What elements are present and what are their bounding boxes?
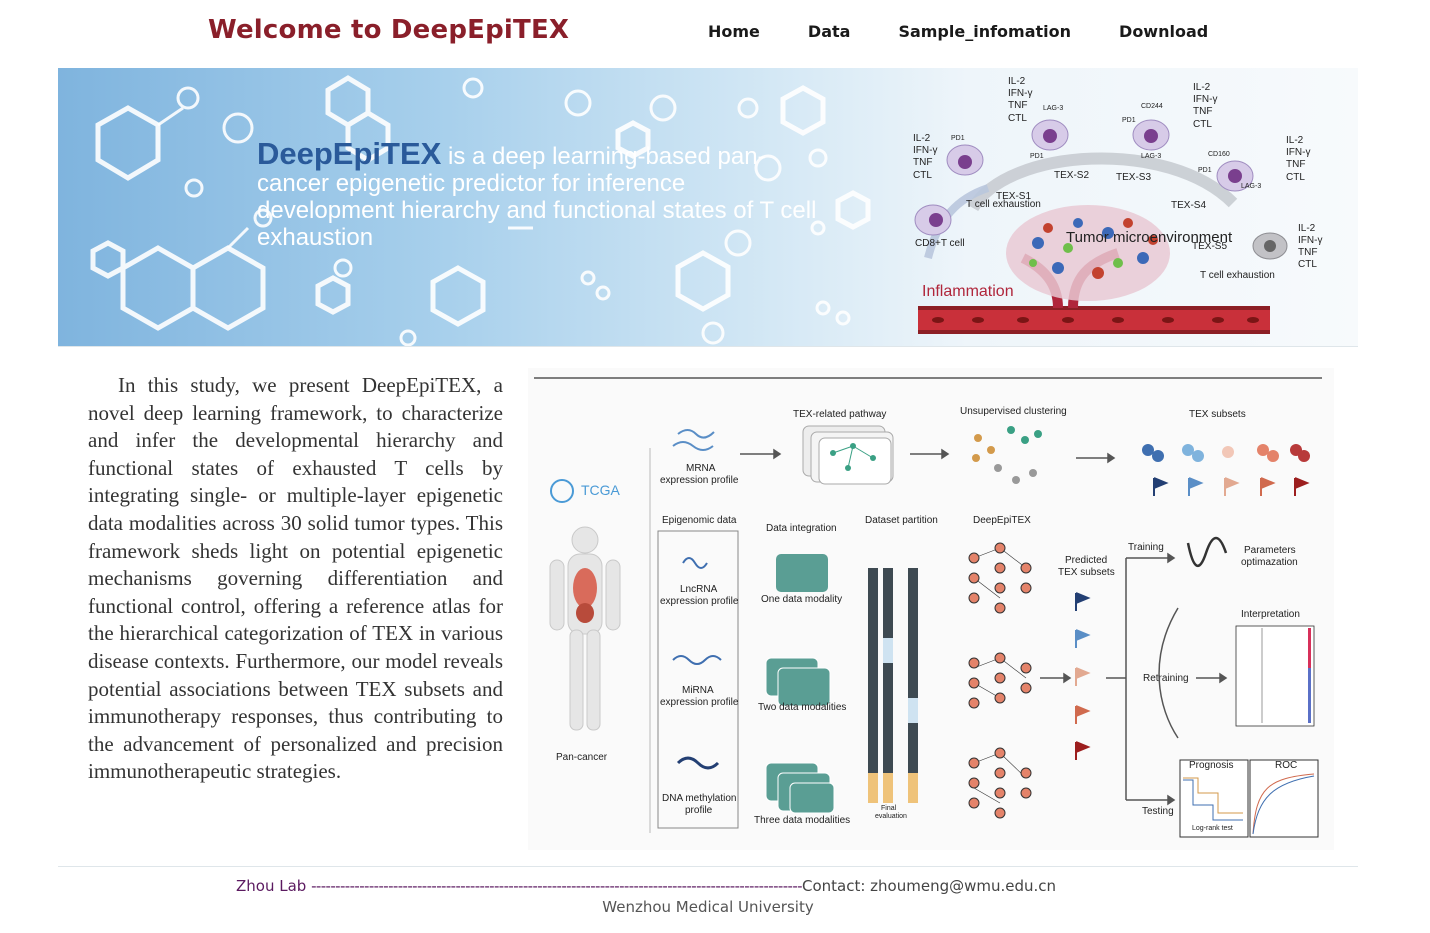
svg-text:TEX subsets: TEX subsets [1058,567,1115,578]
svg-text:TCGA: TCGA [581,482,621,498]
unsupervised-label: Unsupervised clustering [960,406,1067,417]
cytokine-ifng: IFN-γ [1193,94,1217,105]
svg-text:expression profile: expression profile [660,596,739,607]
nav-sample-information[interactable]: Sample_infomation [898,22,1071,41]
tex-subsets-label: TEX subsets [1189,409,1246,420]
site-title: Welcome to DeepEpiTEX [208,15,570,45]
deepepitex-label: DeepEpiTEX [973,515,1031,526]
workflow-diagram: TCGA Pan-cancer MRNA expression profile … [534,377,1322,838]
svg-text:LncRNA: LncRNA [680,584,718,595]
stage-tex-s4: TEX-S4 [1171,200,1206,211]
marker-lag3: LAG-3 [1141,153,1161,160]
cd8-tcell-label: CD8+T cell [915,238,965,249]
one-modality-label: One data modality [761,594,842,605]
svg-text:MiRNA: MiRNA [682,685,714,696]
workflow-figure: TCGA Pan-cancer MRNA expression profile … [528,368,1334,850]
marker-pd1: PD1 [951,135,965,142]
testing-label: Testing [1142,806,1174,817]
intro-paragraph: In this study, we present DeepEpiTEX, a … [88,373,503,784]
footer-lab: Zhou Lab [236,877,307,895]
nav-data[interactable]: Data [808,22,851,41]
human-body-icon [549,526,621,731]
flag-row [1153,477,1310,496]
marker-pd1: PD1 [1030,153,1044,160]
marker-lag3: LAG-3 [1241,183,1261,190]
footer-dashes: ----------------------------------------… [311,877,802,895]
cytokine-ctl: CTL [1286,172,1305,183]
stage-tex-s5: TEX-S5 [1192,241,1227,252]
cytokine-tnf: TNF [1286,159,1305,170]
data-integration-label: Data integration [766,523,837,534]
svg-text:DNA methylation: DNA methylation [662,793,736,804]
cytokine-ctl: CTL [1298,259,1317,270]
marker-cd244: CD244 [1141,103,1163,110]
stage-tex-s2: TEX-S2 [1054,170,1089,181]
cytokine-il2: IL-2 [1286,135,1304,146]
tcga-logo: TCGA [550,479,621,503]
tcell-exhaustion-diagram: Tumor microenvironment Inflammation IL-2… [913,76,1322,334]
cytokine-il2: IL-2 [1008,76,1026,87]
tcell-exhaustion-label-right: T cell exhaustion [1200,270,1275,281]
cytokine-il2: IL-2 [1193,82,1211,93]
svg-text:Parameters: Parameters [1244,545,1296,556]
roc-label: ROC [1275,760,1297,771]
cytokine-ifng: IFN-γ [1298,235,1322,246]
footer-credits: Zhou Lab -------------------------------… [236,877,1056,895]
tcell-exhaustion-label-left: T cell exhaustion [966,199,1041,210]
tcell-s3 [1132,119,1170,151]
mrna-label-1: MRNA [686,463,716,474]
tcell-s5 [1252,232,1288,260]
logrank-label: Log-rank test [1192,825,1233,832]
marker-pd1: PD1 [1198,167,1212,174]
epigenomic-label: Epigenomic data [662,515,737,526]
prognosis-label: Prognosis [1189,760,1233,771]
marker-cd160: CD160 [1208,151,1230,158]
two-modalities-label: Two data modalities [758,702,846,713]
cytokine-il2: IL-2 [1298,223,1316,234]
tcell-s2 [1031,119,1069,151]
dataset-partition-label: Dataset partition [865,515,938,526]
svg-text:profile: profile [685,805,713,816]
training-label: Training [1128,542,1164,553]
svg-text:Predicted: Predicted [1065,555,1107,566]
cytokine-ctl: CTL [1008,113,1027,124]
marker-pd1: PD1 [1122,117,1136,124]
cytokine-il2: IL-2 [913,133,931,144]
footer-divider [58,866,1358,867]
cytokine-tnf: TNF [913,157,932,168]
section-divider [58,346,1358,347]
tcell-cd8 [914,204,952,236]
main-nav: Home Data Sample_infomation Download [708,22,1256,41]
cytokine-ifng: IFN-γ [1008,88,1032,99]
cytokine-tnf: TNF [1298,247,1317,258]
cytokine-ctl: CTL [913,170,932,181]
nav-download[interactable]: Download [1119,22,1208,41]
retraining-label: Retraining [1143,673,1189,684]
three-modalities-label: Three data modalities [754,815,850,826]
cytokine-ifng: IFN-γ [1286,147,1310,158]
marker-lag3: LAG-3 [1043,105,1063,112]
svg-text:Final: Final [881,805,897,812]
svg-text:optimazation: optimazation [1241,557,1298,568]
organs-icon [573,568,597,623]
cytokine-ifng: IFN-γ [913,145,937,156]
nav-home[interactable]: Home [708,22,760,41]
hero-banner: DeepEpiTEX is a deep learning-based pan-… [58,68,1358,346]
mrna-label-2: expression profile [660,475,739,486]
tcell-s1 [946,144,984,176]
svg-text:expression profile: expression profile [660,697,739,708]
footer-contact: Contact: zhoumeng@wmu.edu.cn [801,877,1057,895]
pan-cancer-label: Pan-cancer [556,752,608,763]
tex-pathway-label: TEX-related pathway [793,409,886,420]
cytokine-tnf: TNF [1008,100,1027,111]
inflammation-label: Inflammation [922,283,1014,300]
stage-tex-s3: TEX-S3 [1116,172,1151,183]
cytokine-ctl: CTL [1193,119,1212,130]
footer-university: Wenzhou Medical University [602,898,814,916]
svg-text:evaluation: evaluation [875,813,907,820]
cytokine-tnf: TNF [1193,106,1212,117]
interpretation-label: Interpretation [1241,609,1300,620]
